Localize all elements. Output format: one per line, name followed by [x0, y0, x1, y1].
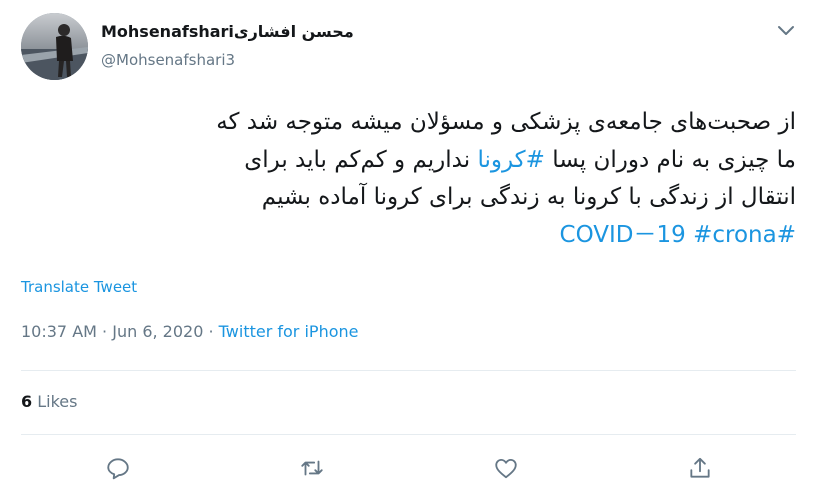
- tweet-meta: 10:37 AM · Jun 6, 2020 · Twitter for iPh…: [21, 322, 358, 341]
- display-name[interactable]: Mohsenafshariمحسن افشاری: [101, 21, 354, 43]
- like-icon[interactable]: [493, 455, 519, 481]
- reply-icon[interactable]: [105, 455, 131, 481]
- likes-stat[interactable]: 6 Likes: [21, 392, 77, 411]
- hashtag-link[interactable]: #crona: [693, 222, 777, 248]
- tweet-text-line: انتقال از زندگی با کرونا به زندگی برای ک…: [261, 184, 796, 210]
- tweet-time[interactable]: 10:37 AM: [21, 322, 97, 341]
- tweet-date[interactable]: Jun 6, 2020: [112, 322, 203, 341]
- chevron-down-icon[interactable]: [774, 18, 798, 42]
- meta-separator: ·: [208, 322, 214, 341]
- share-icon[interactable]: [687, 455, 713, 481]
- tweet-text: از صحبت‌های جامعه‌ی پزشکی و مسؤلان میشه …: [0, 104, 796, 254]
- tweet-source-link[interactable]: Twitter for iPhone: [219, 322, 359, 341]
- divider: [21, 434, 796, 435]
- meta-separator: ·: [102, 322, 108, 341]
- tweet-text-line: #COVID－19 #crona: [0, 217, 796, 255]
- avatar[interactable]: [21, 13, 88, 80]
- retweet-icon[interactable]: [299, 455, 325, 481]
- translate-tweet-link[interactable]: Translate Tweet: [21, 278, 137, 296]
- divider: [21, 370, 796, 371]
- likes-count: 6: [21, 392, 33, 411]
- tweet-text-line: از صحبت‌های جامعه‌ی پزشکی و مسؤلان میشه …: [216, 109, 796, 135]
- likes-label: Likes: [37, 392, 78, 411]
- user-handle[interactable]: @Mohsenafshari3: [101, 49, 354, 71]
- hashtag-link[interactable]: #کرونا: [477, 147, 544, 173]
- tweet-header: Mohsenafshariمحسن افشاری @Mohsenafshari3: [101, 21, 354, 71]
- tweet-text-line: ما چیزی به نام دوران پسا #کرونا نداریم و…: [244, 146, 796, 173]
